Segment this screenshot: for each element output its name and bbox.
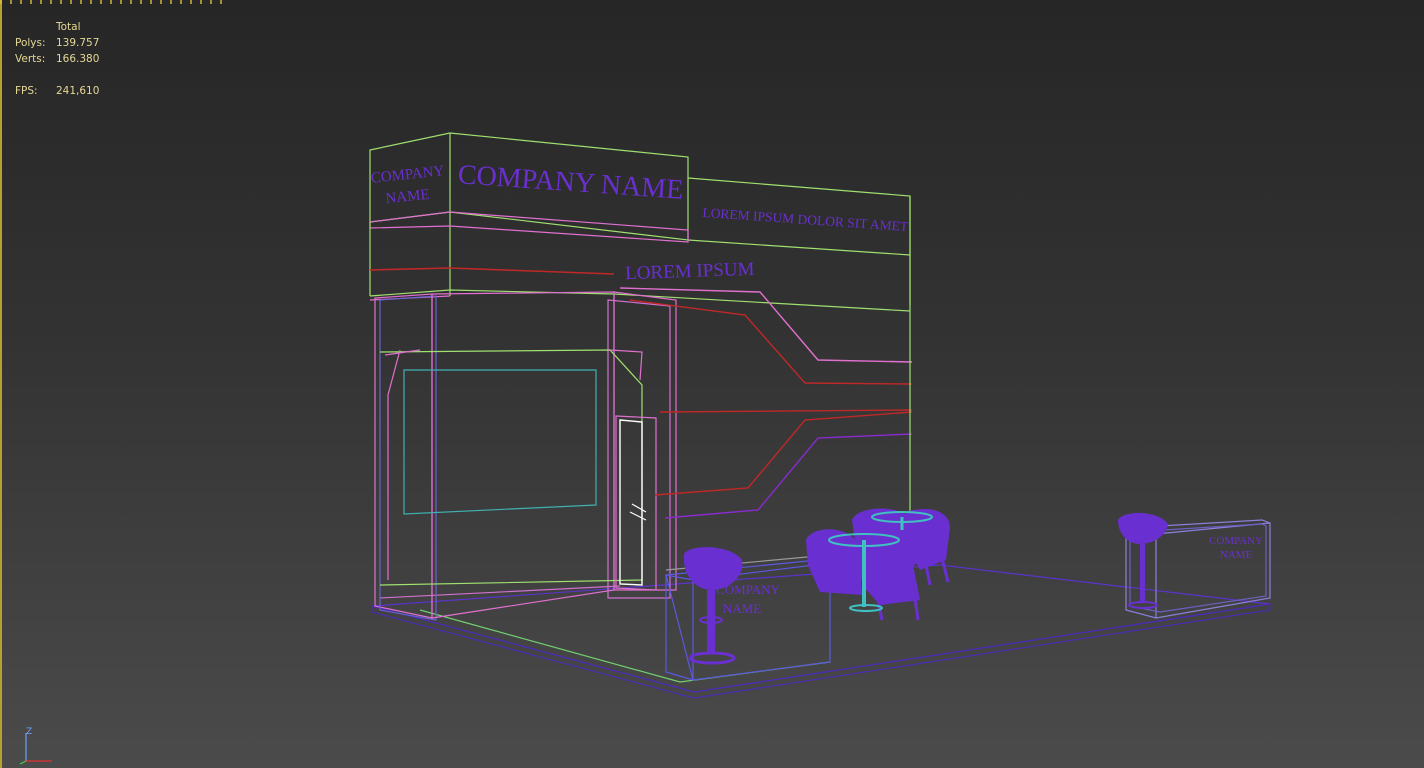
y-axis-line — [19, 760, 27, 765]
header-left-line2: NAME — [385, 187, 431, 208]
header-texts: COMPANY NAME COMPANY NAME LOREM IPSUM DO… — [370, 159, 909, 284]
exhibition-booth-wireframe[interactable]: COMPANY NAME COMPANY NAME LOREM IPSUM DO… — [0, 0, 1424, 768]
booth-walls[interactable] — [374, 291, 677, 621]
lounge-table-set[interactable] — [806, 508, 950, 621]
header-right-text: LOREM IPSUM DOLOR SIT AMET — [702, 205, 909, 234]
right-counter-text-line2: NAME — [1220, 549, 1253, 561]
axis-z-label: Z — [26, 727, 33, 737]
right-counter-text-line1: COMPANY — [1209, 535, 1263, 547]
axis-gizmo — [19, 733, 52, 765]
header-left-line1: COMPANY — [370, 163, 445, 187]
back-wall-graphics — [619, 196, 913, 519]
wall-text: LOREM IPSUM — [625, 259, 755, 285]
perspective-viewport[interactable]: Total Polys: 139.757 Verts: 166.380 FPS: 24… — [0, 0, 1424, 768]
front-counter-text-line2: NAME — [723, 601, 761, 616]
header-main-text: COMPANY NAME — [457, 159, 684, 206]
